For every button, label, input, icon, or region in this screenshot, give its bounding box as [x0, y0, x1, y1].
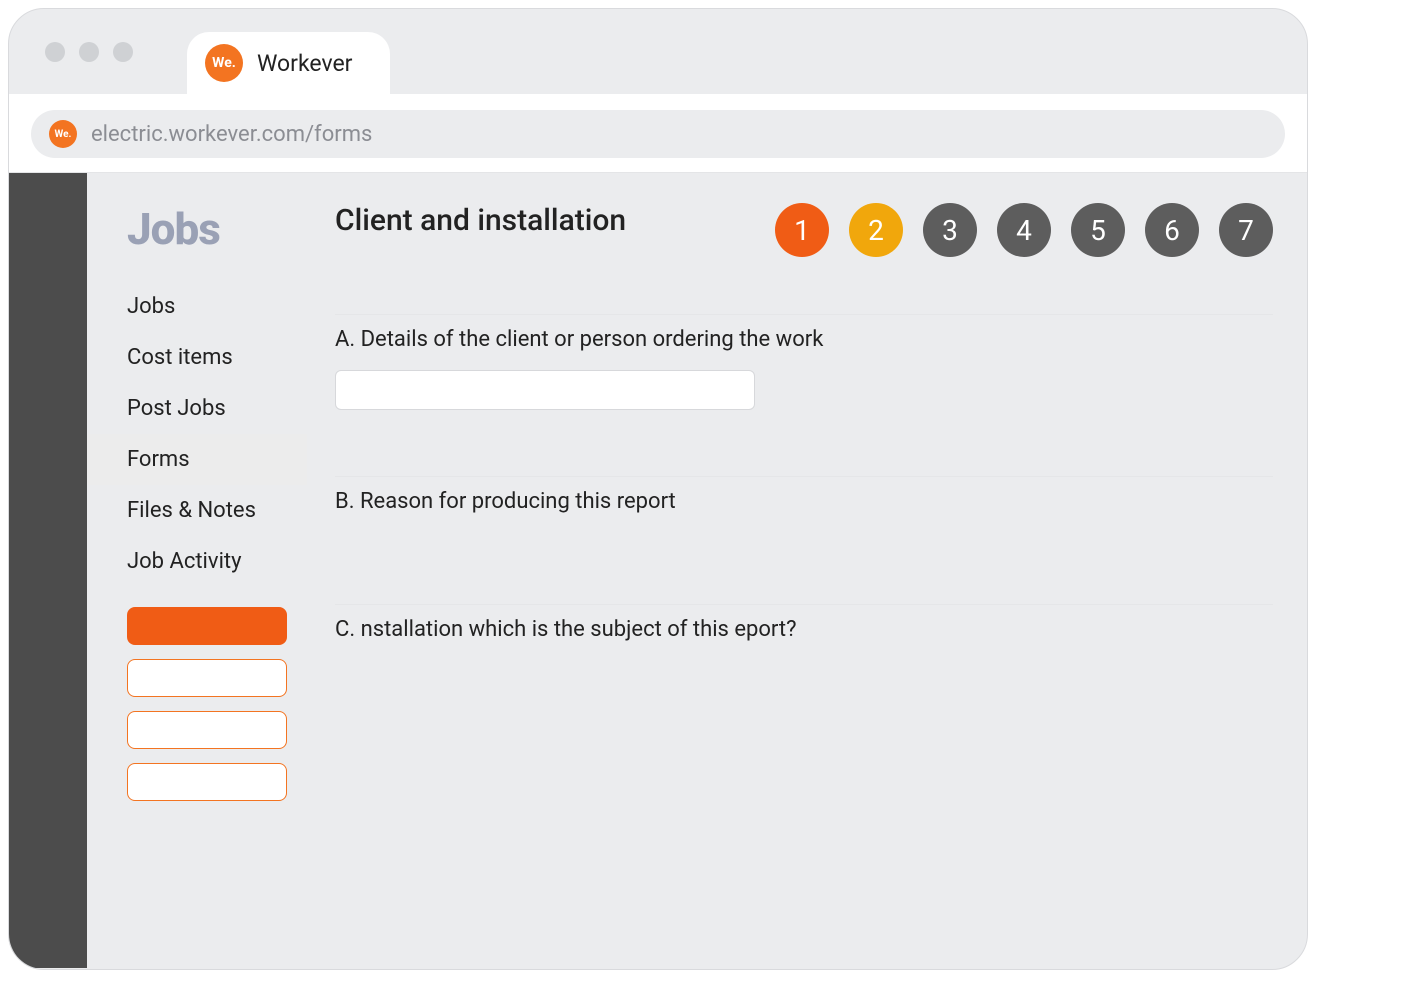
sidebar-items: Jobs Cost items Post Jobs Forms Files & … — [87, 281, 307, 587]
workever-favicon: We. — [205, 44, 243, 82]
subtitle-skeleton-2 — [335, 268, 505, 278]
app-nav-rail — [9, 173, 87, 968]
section-b-skeleton-2 — [335, 556, 435, 568]
section-c-skeleton-1 — [335, 660, 490, 672]
subtitle-skeleton-1 — [335, 248, 555, 258]
minimize-window-dot[interactable] — [79, 42, 99, 62]
sidebar-item-jobs[interactable]: Jobs — [87, 281, 307, 332]
sidebar: Jobs Jobs Cost items Post Jobs Forms Fil… — [87, 173, 307, 968]
favicon-text-small: We. — [55, 129, 72, 140]
form-header: Client and installation 1 2 3 4 5 6 7 — [335, 203, 1273, 278]
step-3[interactable]: 3 — [923, 203, 977, 257]
secondary-action-button-3[interactable] — [127, 763, 287, 801]
url-text: electric.workever.com/forms — [91, 122, 372, 147]
client-details-input[interactable] — [335, 370, 755, 410]
sidebar-item-cost-items[interactable]: Cost items — [87, 332, 307, 383]
window-controls — [45, 42, 133, 62]
form-title-block: Client and installation — [335, 203, 626, 278]
section-a: A. Details of the client or person order… — [335, 314, 1273, 440]
step-1[interactable]: 1 — [775, 203, 829, 257]
section-c-skeleton-3 — [335, 708, 480, 720]
secondary-action-button-2[interactable] — [127, 711, 287, 749]
step-6[interactable]: 6 — [1145, 203, 1199, 257]
maximize-window-dot[interactable] — [113, 42, 133, 62]
tab-title: Workever — [257, 50, 352, 77]
content-area: Jobs Jobs Cost items Post Jobs Forms Fil… — [9, 173, 1307, 968]
section-a-label: A. Details of the client or person order… — [335, 327, 1273, 352]
section-c-skeleton-4 — [335, 732, 395, 744]
sidebar-item-forms[interactable]: Forms — [87, 434, 307, 485]
form-title: Client and installation — [335, 203, 626, 238]
section-c: C. nstallation which is the subject of t… — [335, 604, 1273, 744]
address-bar-area: We. electric.workever.com/forms — [9, 94, 1307, 173]
sidebar-item-post-jobs[interactable]: Post Jobs — [87, 383, 307, 434]
step-indicator: 1 2 3 4 5 6 7 — [775, 203, 1273, 257]
step-5[interactable]: 5 — [1071, 203, 1125, 257]
workever-favicon-small: We. — [49, 120, 77, 148]
form-main: Client and installation 1 2 3 4 5 6 7 A.… — [307, 173, 1307, 968]
step-7[interactable]: 7 — [1219, 203, 1273, 257]
step-2[interactable]: 2 — [849, 203, 903, 257]
section-c-label: C. nstallation which is the subject of t… — [335, 617, 1273, 642]
sidebar-actions — [87, 587, 307, 801]
tab-bar: We. Workever — [9, 9, 1307, 94]
section-b: B. Reason for producing this report — [335, 476, 1273, 568]
browser-window: We. Workever We. electric.workever.com/f… — [8, 8, 1308, 970]
primary-action-button[interactable] — [127, 607, 287, 645]
sidebar-item-files-notes[interactable]: Files & Notes — [87, 485, 307, 536]
section-b-label: B. Reason for producing this report — [335, 489, 1273, 514]
secondary-action-button-1[interactable] — [127, 659, 287, 697]
section-a-skeleton — [335, 428, 875, 440]
address-bar[interactable]: We. electric.workever.com/forms — [31, 110, 1285, 158]
step-4[interactable]: 4 — [997, 203, 1051, 257]
close-window-dot[interactable] — [45, 42, 65, 62]
favicon-text: We. — [212, 55, 236, 71]
sidebar-item-job-activity[interactable]: Job Activity — [87, 536, 307, 587]
section-c-skeleton-2 — [335, 684, 455, 696]
section-b-skeleton-1 — [335, 532, 465, 544]
sidebar-heading: Jobs — [87, 203, 307, 255]
browser-tab[interactable]: We. Workever — [187, 32, 390, 94]
